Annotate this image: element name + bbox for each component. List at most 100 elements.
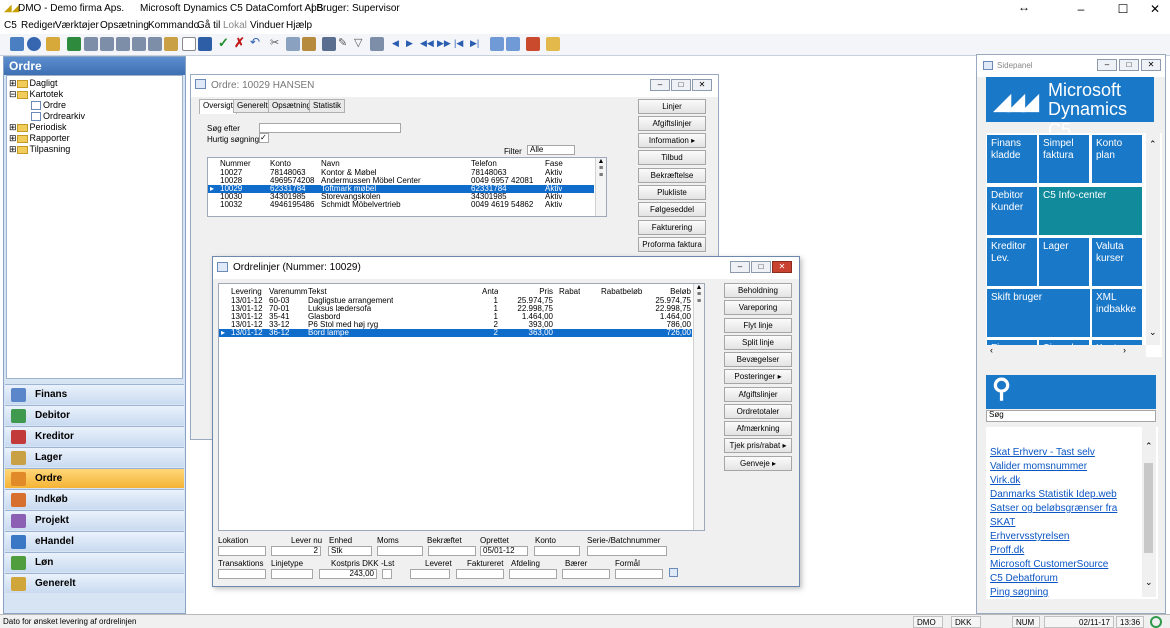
tree-item-ordrearkiv[interactable]: Ordrearkiv — [31, 111, 85, 122]
menu-vinduer[interactable]: Vinduer — [250, 20, 284, 31]
module-kreditor[interactable]: Kreditor — [5, 426, 184, 446]
tile-finans-kladde[interactable]: Finans kladde — [987, 135, 1037, 183]
tile-simpel-faktura[interactable]: Simpel faktura — [1039, 135, 1089, 183]
konto-input[interactable] — [534, 546, 580, 556]
maximize-button[interactable]: ☐ — [1108, 0, 1138, 18]
links-scrollbar[interactable]: ⌃ ⌄ — [1142, 427, 1156, 597]
table-row-selected[interactable]: ▸ 13/01-12 36-12 Bord lampe 2 363,00 726,00 — [219, 329, 692, 337]
confirm-icon[interactable]: ✓ — [218, 35, 232, 50]
lines-minimize-button[interactable]: – — [730, 261, 750, 273]
table-row[interactable]: 10028 4969574208 Andermussen Möbel Center 0… — [208, 177, 594, 185]
table-row[interactable]: 10027 78148063 Kontor & Møbel 78148063 Aktiv — [208, 169, 594, 177]
menu-vaerktojer[interactable]: Værktøjer — [55, 20, 99, 31]
scroll-thumb[interactable] — [1144, 463, 1153, 553]
order-maximize-button[interactable]: □ — [671, 79, 691, 91]
quick-search-checkbox[interactable]: ✓ — [259, 133, 269, 143]
screen-icon[interactable] — [132, 37, 146, 51]
batch-icon[interactable] — [148, 37, 162, 51]
order-minimize-button[interactable]: – — [650, 79, 670, 91]
menu-hjaelp[interactable]: Hjælp — [286, 20, 312, 31]
baerer-input[interactable] — [562, 569, 610, 579]
table-row[interactable]: 13/01-12 35-41 Glasbord 1 1.464,00 1.464,00 — [219, 313, 692, 321]
enhed-input[interactable]: Stk — [328, 546, 372, 556]
tile-xml-indbakke[interactable]: XML indbakke — [1092, 289, 1142, 337]
tile-kreditor-lev[interactable]: Kreditor Lev. — [987, 238, 1037, 286]
tree-item-periodisk[interactable]: ⊞ Periodisk — [9, 122, 67, 133]
tab-generelt[interactable]: Generelt — [233, 99, 272, 113]
tile-skift-bruger[interactable]: Skift bruger — [987, 289, 1090, 337]
table-row[interactable]: 13/01-12 33-12 P6 Stol med høj ryg 2 393,00 7… — [219, 321, 692, 329]
module-generelt[interactable]: Generelt — [5, 573, 184, 593]
table-row[interactable]: 13/01-12 70-01 Luksus lædersofa 1 22.998,75 2… — [219, 305, 692, 313]
menu-c5[interactable]: C5 — [4, 20, 17, 31]
menu-lokal[interactable]: Lokal — [223, 20, 247, 31]
scroll-right-icon[interactable]: › — [1123, 345, 1126, 355]
bekraeftelse-button[interactable]: Bekræftelse — [638, 168, 706, 183]
tab-statistik[interactable]: Statistik — [309, 99, 346, 113]
oprettet-input[interactable]: 05/01-12 — [480, 546, 528, 556]
link-erhvervsstyrelsen[interactable]: Erhvervsstyrelsen — [990, 531, 1069, 542]
lines-table-scrollbar[interactable]: ▲ ≡ ≡ — [693, 284, 704, 530]
notes-icon[interactable] — [546, 37, 560, 51]
genveje-button[interactable]: Genveje ▸ — [724, 456, 792, 471]
tile-valuta-kurser[interactable]: Valuta kurser — [1092, 238, 1142, 286]
search-input[interactable] — [259, 123, 401, 133]
tiles-hscrollbar[interactable]: ‹ › — [986, 345, 1146, 357]
table-row[interactable]: 10030 34301985 Storevangskolen 34301985 Akti… — [208, 193, 594, 201]
menu-kommando[interactable]: Kommando — [148, 20, 199, 31]
search-tile[interactable]: ⚲ — [986, 373, 1156, 409]
cut-icon[interactable]: ✂ — [270, 36, 284, 50]
tilbud-button[interactable]: Tilbud — [638, 150, 706, 165]
tree-item-tilpasning[interactable]: ⊞ Tilpasning — [9, 144, 70, 155]
delete-line-icon[interactable] — [506, 37, 520, 51]
print-icon[interactable] — [84, 37, 98, 51]
tile-konto-plan[interactable]: Konto plan — [1092, 135, 1142, 183]
search-icon[interactable] — [322, 37, 336, 51]
tile-debitor-kunder[interactable]: Debitor Kunder — [987, 187, 1037, 235]
menu-rediger[interactable]: Rediger — [21, 20, 56, 31]
tree-item-kartotek[interactable]: ⊟ Kartotek — [9, 89, 63, 100]
afmaerkning-button[interactable]: Afmærkning — [724, 421, 792, 436]
link-c5-debatforum[interactable]: C5 Debatforum — [990, 573, 1058, 584]
lst-checkbox[interactable] — [382, 569, 392, 579]
afgiftslinjer-lines-button[interactable]: Afgiftslinjer — [724, 387, 792, 402]
tree-item-ordre[interactable]: Ordre — [31, 100, 66, 111]
module-debitor[interactable]: Debitor — [5, 405, 184, 425]
scroll-down-icon[interactable]: ⌄ — [1145, 577, 1153, 588]
menu-gaa-til[interactable]: Gå til — [197, 20, 220, 31]
vareporing-button[interactable]: Vareporing — [724, 300, 792, 315]
sidepanel-search-input[interactable]: Søg — [986, 410, 1156, 422]
lines-maximize-button[interactable]: □ — [751, 261, 771, 273]
beholdning-button[interactable]: Beholdning — [724, 283, 792, 298]
link-satser[interactable]: Satser og beløbsgrænser fra — [990, 503, 1117, 514]
first-icon[interactable]: |◀ — [454, 38, 468, 52]
print-preview-icon[interactable] — [100, 37, 114, 51]
moms-input[interactable] — [377, 546, 423, 556]
plukliste-button[interactable]: Plukliste — [638, 185, 706, 200]
link-virk[interactable]: Virk.dk — [990, 475, 1020, 486]
afgiftslinjer-button[interactable]: Afgiftslinjer — [638, 116, 706, 131]
serie-batch-input[interactable] — [587, 546, 667, 556]
information-button[interactable]: Information ▸ — [638, 133, 706, 148]
tile-lager[interactable]: Lager — [1039, 238, 1089, 286]
stop-icon[interactable] — [526, 37, 540, 51]
prev-icon[interactable]: ◀ — [392, 38, 406, 52]
ordretotaler-button[interactable]: Ordretotaler — [724, 404, 792, 419]
transaktions-input[interactable] — [218, 569, 266, 579]
posteringer-button[interactable]: Posteringer ▸ — [724, 369, 792, 384]
linjetype-input[interactable] — [271, 569, 313, 579]
folder-icon[interactable] — [164, 37, 178, 51]
tab-oversigt[interactable]: Oversigt — [199, 99, 237, 114]
scroll-down-icon[interactable]: ⌄ — [1149, 327, 1157, 338]
table-row-selected[interactable]: ▸ 10029 62331784 Toftmark møbel 62331784 Akti… — [208, 185, 594, 193]
linjer-button[interactable]: Linjer — [638, 99, 706, 114]
tjek-pris-rabat-button[interactable]: Tjek pris/rabat ▸ — [724, 438, 792, 453]
bevaegelser-button[interactable]: Bevægelser — [724, 352, 792, 367]
edit-icon[interactable]: ✎ — [338, 36, 352, 50]
split-linje-button[interactable]: Split linje — [724, 335, 792, 350]
link-danmarks-statistik[interactable]: Danmarks Statistik Idep.web — [990, 489, 1117, 500]
sort-icon[interactable] — [370, 37, 384, 51]
link-proff[interactable]: Proff.dk — [990, 545, 1024, 556]
leveret-input[interactable] — [410, 569, 450, 579]
flyt-linje-button[interactable]: Flyt linje — [724, 318, 792, 333]
